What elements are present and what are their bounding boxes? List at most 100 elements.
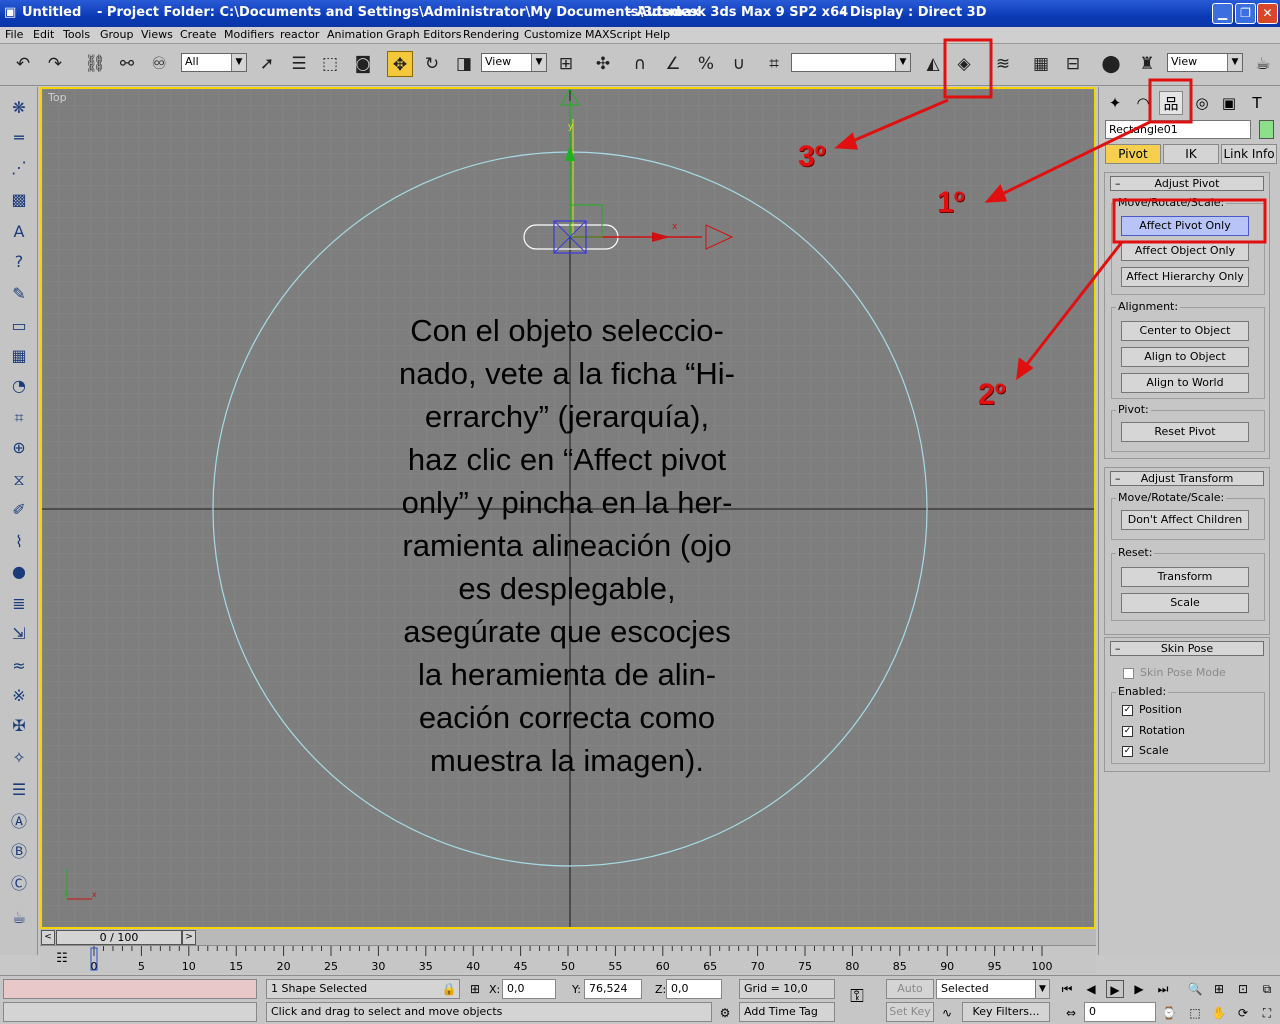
object-name-field[interactable]: Rectangle01 <box>1105 120 1251 139</box>
help-icon[interactable]: ? <box>6 249 32 275</box>
measure-icon[interactable]: ═ <box>6 125 32 151</box>
affect-pivot-only-button[interactable]: Affect Pivot Only <box>1121 216 1249 236</box>
previous-frame-icon[interactable]: ◀ <box>1082 980 1100 998</box>
menu-customize[interactable]: Customize <box>524 28 582 41</box>
trackbar-toggle-icon[interactable]: ☷ <box>52 951 72 969</box>
scale-checkbox[interactable]: ✓ Scale <box>1122 744 1169 757</box>
teapot-c-icon[interactable]: Ⓒ <box>6 871 32 897</box>
percent-snap-icon[interactable]: % <box>693 51 719 77</box>
sphere-icon[interactable]: ● <box>6 559 32 585</box>
menu-group[interactable]: Group <box>100 28 134 41</box>
redo-icon[interactable]: ↷ <box>42 51 68 77</box>
motion-tab-icon[interactable]: ◎ <box>1190 91 1214 115</box>
function-curve-icon[interactable]: ∿ <box>938 1004 956 1022</box>
menu-reactor[interactable]: reactor <box>280 28 319 41</box>
hook-icon[interactable]: ⌇ <box>6 529 32 555</box>
named-selection-sets-dropdown[interactable]: ▼ <box>791 53 911 72</box>
close-button[interactable]: ✕ <box>1257 3 1278 24</box>
menu-views[interactable]: Views <box>141 28 173 41</box>
spinner-snap-icon[interactable]: ∪ <box>726 51 752 77</box>
z-coordinate-field[interactable]: 0,0 <box>666 979 722 999</box>
lock-selection-icon[interactable]: 🔒 <box>440 980 458 998</box>
grid-icon[interactable]: ▦ <box>6 343 32 369</box>
render-teapot-icon[interactable]: ☕ <box>6 905 32 931</box>
position-checkbox[interactable]: ✓ Position <box>1122 703 1182 716</box>
maxscript-output-mini[interactable] <box>3 1002 257 1022</box>
crop-icon[interactable]: ⌗ <box>6 405 32 431</box>
affect-object-only-button[interactable]: Affect Object Only <box>1121 241 1249 261</box>
layers-icon[interactable]: ≣ <box>6 591 32 617</box>
add-time-tag-field[interactable]: Add Time Tag <box>739 1002 835 1022</box>
set-key-button[interactable]: Set Key <box>886 1002 934 1022</box>
reset-transform-button[interactable]: Transform <box>1121 567 1249 587</box>
teapot-a-icon[interactable]: Ⓐ <box>6 809 32 835</box>
select-object-icon[interactable]: ➚ <box>254 51 280 77</box>
time-configuration-icon[interactable]: ⌚ <box>1160 1004 1178 1022</box>
minimize-button[interactable]: ▁ <box>1212 3 1233 24</box>
particle-icon[interactable]: ❋ <box>6 95 32 121</box>
skin-pose-header[interactable]: – Skin Pose <box>1110 641 1264 656</box>
maximize-viewport-icon[interactable]: ⛶ <box>1258 1004 1276 1022</box>
plane-icon[interactable]: ▭ <box>6 313 32 339</box>
key-mode-dropdown[interactable]: Selected ▼ <box>936 979 1050 999</box>
menu-animation[interactable]: Animation <box>327 28 383 41</box>
strip-icon[interactable]: ☰ <box>6 777 32 803</box>
quick-render-icon[interactable]: ☕ <box>1250 51 1276 77</box>
align-to-world-button[interactable]: Align to World <box>1121 373 1249 393</box>
modify-tab-icon[interactable]: ◠ <box>1131 91 1155 115</box>
menu-help[interactable]: Help <box>645 28 670 41</box>
key-icon[interactable]: ⚿ <box>848 988 866 1006</box>
track-bar[interactable]: 0 5 10 15 20 25 30 35 40 45 50 55 60 65 70 75 80 85 90 95 10… <box>40 946 1096 973</box>
reset-scale-button[interactable]: Scale <box>1121 593 1249 613</box>
play-icon[interactable]: ▶ <box>1106 980 1124 998</box>
hierarchy-tab-icon[interactable]: 品 <box>1159 91 1183 115</box>
material-editor-icon[interactable]: ⬤ <box>1098 51 1124 77</box>
menu-graph-editors[interactable]: Graph Editors <box>386 28 462 41</box>
bone-icon[interactable]: ✠ <box>6 713 32 739</box>
pivot-center-icon[interactable]: ⊞ <box>553 51 579 77</box>
menu-modifiers[interactable]: Modifiers <box>224 28 274 41</box>
dont-affect-children-button[interactable]: Don't Affect Children <box>1121 510 1249 530</box>
menu-tools[interactable]: Tools <box>63 28 90 41</box>
affect-hierarchy-only-button[interactable]: Affect Hierarchy Only <box>1121 267 1249 287</box>
next-frame-icon[interactable]: ▶ <box>1130 980 1148 998</box>
key-mode-toggle-icon[interactable]: ⇔ <box>1062 1004 1080 1022</box>
select-and-link-icon[interactable]: ⛓ <box>82 51 108 77</box>
ik-tab[interactable]: IK <box>1163 144 1219 164</box>
slider-next-arrow[interactable]: > <box>182 930 196 945</box>
menu-edit[interactable]: Edit <box>33 28 54 41</box>
utilities-tab-icon[interactable]: T <box>1245 91 1269 115</box>
teapot-b-icon[interactable]: Ⓑ <box>6 839 32 865</box>
orbit-icon[interactable]: ⟳ <box>1234 1004 1252 1022</box>
select-and-scale-icon[interactable]: ◨ <box>451 51 477 77</box>
menu-file[interactable]: File <box>5 28 23 41</box>
key-filters-button[interactable]: Key Filters... <box>962 1002 1050 1022</box>
curve-editor-icon[interactable]: ▦ <box>1028 51 1054 77</box>
adjust-pivot-header[interactable]: – Adjust Pivot <box>1110 176 1264 191</box>
go-to-start-icon[interactable]: ⏮ <box>1058 980 1076 998</box>
paint-icon[interactable]: ✐ <box>6 497 32 523</box>
zoom-icon[interactable]: 🔍 <box>1186 980 1204 998</box>
time-config-icon[interactable]: ⚙ <box>716 1004 734 1022</box>
select-and-move-icon[interactable]: ✥ <box>387 51 413 77</box>
select-and-rotate-icon[interactable]: ↻ <box>419 51 445 77</box>
time-slider-thumb[interactable]: 0 / 100 <box>56 930 182 945</box>
go-to-end-icon[interactable]: ⏭ <box>1154 980 1172 998</box>
viewport-label[interactable]: Top <box>48 91 67 104</box>
manipulate-icon[interactable]: ✣ <box>590 51 616 77</box>
current-frame-field[interactable]: 0 <box>1084 1002 1156 1022</box>
select-by-name-icon[interactable]: ☰ <box>286 51 312 77</box>
snaps-toggle-icon[interactable]: ∩ <box>627 51 653 77</box>
zoom-extents-icon[interactable]: ⊡ <box>1234 980 1252 998</box>
slider-prev-arrow[interactable]: < <box>41 930 55 945</box>
create-tab-icon[interactable]: ✦ <box>1103 91 1127 115</box>
link-info-tab[interactable]: Link Info <box>1221 144 1277 164</box>
x-coordinate-field[interactable]: 0,0 <box>502 979 556 999</box>
layer-manager-icon[interactable]: ≋ <box>990 51 1016 77</box>
edit-named-selections-icon[interactable]: ⌗ <box>761 51 787 77</box>
pivot-tab[interactable]: Pivot <box>1105 144 1161 164</box>
time-slider[interactable]: < 0 / 100 > <box>40 929 1096 946</box>
spell-icon[interactable]: ✎ <box>6 281 32 307</box>
align-to-object-button[interactable]: Align to Object <box>1121 347 1249 367</box>
cloth-icon[interactable]: ※ <box>6 683 32 709</box>
